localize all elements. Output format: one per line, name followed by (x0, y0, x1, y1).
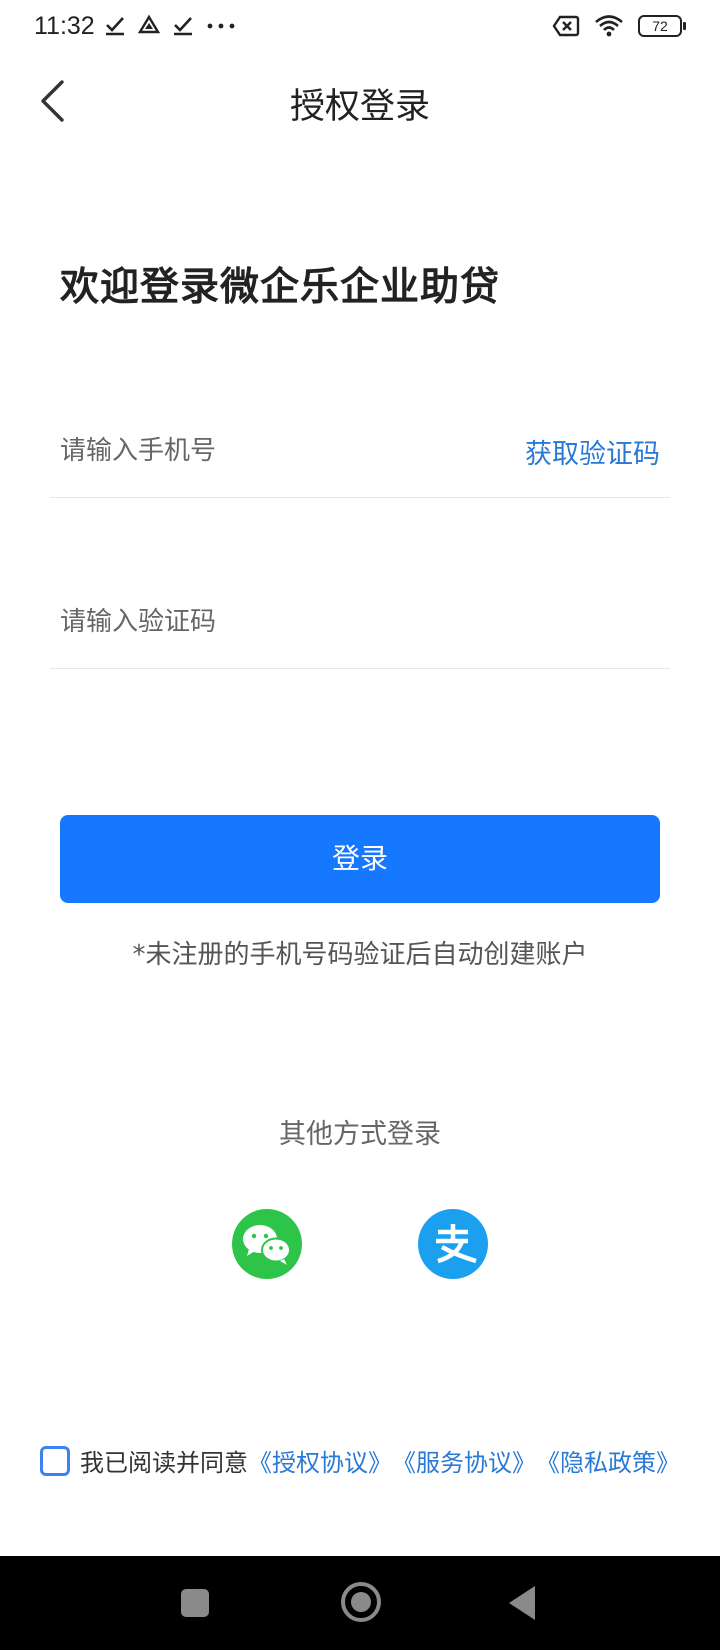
login-button[interactable]: 登录 (60, 815, 660, 903)
get-code-button[interactable]: 获取验证码 (525, 432, 660, 471)
alipay-login-button[interactable] (418, 1209, 488, 1279)
other-login-title: 其他方式登录 (279, 1119, 441, 1150)
wechat-login-button[interactable] (232, 1209, 302, 1279)
verification-code-input[interactable] (60, 597, 500, 647)
status-system-icons: 72 (552, 14, 686, 38)
no-sim-icon (552, 15, 580, 37)
page-title: 授权登录 (289, 87, 430, 127)
recents-button[interactable] (181, 1589, 209, 1617)
status-bar: 11:32 72 (0, 0, 720, 56)
status-time: 11:32 (34, 12, 95, 40)
service-agreement-link[interactable]: 《服务协议》 (392, 1443, 536, 1478)
code-field-row (50, 579, 670, 669)
home-button[interactable] (341, 1582, 381, 1622)
agreement-prefix: 我已阅读并同意 (80, 1449, 248, 1477)
privacy-policy-link[interactable]: 《隐私政策》 (536, 1443, 680, 1478)
phone-field-row: 获取验证码 (50, 408, 670, 498)
header: 授权登录 (0, 56, 720, 146)
welcome-heading: 欢迎登录微企乐企业助贷 (60, 265, 501, 310)
authorization-agreement-link[interactable]: 《授权协议》 (248, 1443, 392, 1478)
battery-indicator: 72 (638, 15, 686, 37)
phone-input[interactable] (60, 426, 500, 476)
drive-icon (138, 14, 160, 34)
status-notifications (104, 14, 236, 36)
registration-note: *未注册的手机号码验证后自动创建账户 (132, 940, 588, 970)
download-done-icon (174, 17, 192, 36)
system-back-button[interactable] (509, 1586, 535, 1620)
wifi-icon (595, 15, 623, 37)
agreement-row: 我已阅读并同意 《授权协议》 《服务协议》 《隐私政策》 (40, 1443, 680, 1478)
alipay-icon (436, 1224, 477, 1264)
download-done-icon (106, 17, 124, 36)
agreement-checkbox[interactable] (40, 1445, 70, 1476)
more-notifications-icon (207, 23, 235, 29)
wechat-icon (243, 1225, 291, 1265)
system-nav-bar (0, 1556, 720, 1650)
